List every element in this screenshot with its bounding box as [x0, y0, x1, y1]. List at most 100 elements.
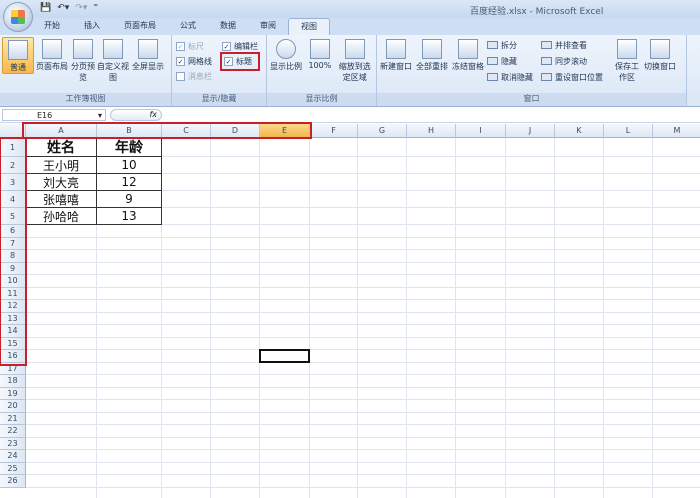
row-header-26[interactable]: 26 — [0, 475, 26, 488]
dropdown-icon[interactable]: ▾ — [98, 110, 102, 121]
redo-icon[interactable]: ↷▾ — [75, 3, 87, 13]
side-by-side-button[interactable]: 并排查看 — [541, 37, 611, 53]
split-button[interactable]: 拆分 — [487, 37, 539, 53]
gridline — [26, 449, 700, 450]
tab-3[interactable]: 公式 — [168, 18, 208, 35]
message-bar-checkbox[interactable]: 消息栏 — [176, 69, 212, 84]
table-cell[interactable]: 王小明 — [25, 156, 97, 174]
zoom-selection-icon — [345, 39, 365, 59]
ribbon: 普通 页面布局 分页预览 自定义视图 全屏显示 工作簿视图 ✓标尺 ✓网格线 消… — [0, 35, 700, 107]
full-screen-button[interactable]: 全屏显示 — [130, 37, 166, 72]
column-header-I[interactable]: I — [456, 124, 506, 138]
ribbon-tabs: 开始插入页面布局公式数据审阅视图 — [0, 18, 700, 35]
label: 全屏显示 — [132, 61, 164, 72]
row-header-22[interactable]: 22 — [0, 425, 26, 438]
row-header-18[interactable]: 18 — [0, 375, 26, 388]
arrange-icon — [422, 39, 442, 59]
tab-5[interactable]: 审阅 — [248, 18, 288, 35]
page-100-icon — [310, 39, 330, 59]
hide-button[interactable]: 隐藏 — [487, 53, 539, 69]
zoom-to-selection-button[interactable]: 缩放到选定区域 — [337, 37, 373, 83]
table-header-cell[interactable]: 姓名 — [25, 137, 97, 157]
row-header-24[interactable]: 24 — [0, 450, 26, 463]
column-header-J[interactable]: J — [506, 124, 555, 138]
group-show-hide: ✓标尺 ✓网格线 消息栏 ✓编辑栏 ✓标题 显示/隐藏 — [172, 35, 267, 106]
gridline — [259, 138, 260, 498]
zoom-button[interactable]: 显示比例 — [269, 37, 303, 72]
table-cell[interactable]: 刘大亮 — [25, 173, 97, 191]
group-label: 显示/隐藏 — [172, 93, 266, 106]
gridline — [26, 274, 700, 275]
column-header-L[interactable]: L — [604, 124, 653, 138]
row-header-19[interactable]: 19 — [0, 388, 26, 401]
row-header-25[interactable]: 25 — [0, 463, 26, 476]
office-button[interactable] — [3, 2, 33, 32]
tab-4[interactable]: 数据 — [208, 18, 248, 35]
gridline — [455, 138, 456, 498]
check-icon: ✓ — [176, 57, 185, 66]
gridline — [26, 312, 700, 313]
custom-views-icon — [103, 39, 123, 59]
customize-qat-icon[interactable]: ⁼ — [93, 3, 98, 13]
row-header-21[interactable]: 21 — [0, 413, 26, 426]
name-box[interactable]: E16 ▾ — [2, 109, 106, 121]
tab-1[interactable]: 插入 — [72, 18, 112, 35]
gridline — [26, 262, 700, 263]
column-header-H[interactable]: H — [407, 124, 456, 138]
label: 隐藏 — [501, 56, 517, 67]
column-header-M[interactable]: M — [653, 124, 700, 138]
row-header-20[interactable]: 20 — [0, 400, 26, 413]
custom-views-button[interactable]: 自定义视图 — [97, 37, 129, 83]
tab-2[interactable]: 页面布局 — [112, 18, 168, 35]
page-layout-icon — [42, 39, 62, 59]
table-cell[interactable]: 张嘻嘻 — [25, 190, 97, 208]
column-header-F[interactable]: F — [310, 124, 358, 138]
gridline — [26, 337, 700, 338]
label: 新建窗口 — [380, 61, 412, 72]
name-box-value: E16 — [37, 111, 52, 120]
group-label: 显示比例 — [267, 93, 376, 106]
label: 自定义视图 — [97, 61, 129, 83]
normal-view-button[interactable]: 普通 — [2, 37, 34, 74]
table-cell[interactable]: 12 — [96, 173, 162, 191]
label: 编辑栏 — [234, 41, 258, 52]
gridline — [652, 138, 653, 498]
column-header-G[interactable]: G — [358, 124, 407, 138]
new-window-icon — [386, 39, 406, 59]
ruler-checkbox[interactable]: ✓标尺 — [176, 39, 212, 54]
title-bar: 💾 ↶▾ ↷▾ ⁼ 百度经验.xlsx - Microsoft Excel — [0, 0, 700, 18]
gridline — [505, 138, 506, 498]
check-icon: ✓ — [176, 42, 185, 51]
fx-icon: fx — [149, 110, 157, 119]
table-cell[interactable]: 13 — [96, 207, 162, 225]
table-cell[interactable]: 孙哈哈 — [25, 207, 97, 225]
gridlines-checkbox[interactable]: ✓网格线 — [176, 54, 212, 69]
gridline — [26, 399, 700, 400]
unhide-button[interactable]: 取消隐藏 — [487, 69, 539, 85]
reset-window-button[interactable]: 重设窗口位置 — [541, 69, 611, 85]
page-layout-view-button[interactable]: 页面布局 — [35, 37, 69, 72]
tab-6[interactable]: 视图 — [288, 18, 330, 35]
tab-0[interactable]: 开始 — [32, 18, 72, 35]
active-cell-E16[interactable] — [259, 349, 310, 363]
gridline — [26, 424, 700, 425]
label: 显示比例 — [270, 61, 302, 72]
table-cell[interactable]: 9 — [96, 190, 162, 208]
insert-function-button[interactable]: fx — [110, 109, 162, 121]
row-header-23[interactable]: 23 — [0, 438, 26, 451]
sync-scroll-button[interactable]: 同步滚动 — [541, 53, 611, 69]
table-header-cell[interactable]: 年龄 — [96, 137, 162, 157]
check-icon: ✓ — [224, 57, 233, 66]
gridline — [26, 299, 700, 300]
table-cell[interactable]: 10 — [96, 156, 162, 174]
sync-scroll-icon — [541, 57, 552, 65]
formula-bar-checkbox[interactable]: ✓编辑栏 — [222, 39, 258, 54]
headings-checkbox[interactable]: ✓标题 — [222, 54, 258, 69]
undo-icon[interactable]: ↶▾ — [57, 3, 69, 13]
gridline — [26, 249, 700, 250]
label: 冻结窗格 — [452, 61, 484, 72]
page-break-preview-button[interactable]: 分页预览 — [70, 37, 96, 83]
save-icon[interactable]: 💾 — [40, 3, 51, 13]
zoom-100-button[interactable]: 100% — [306, 37, 334, 70]
column-header-K[interactable]: K — [555, 124, 604, 138]
